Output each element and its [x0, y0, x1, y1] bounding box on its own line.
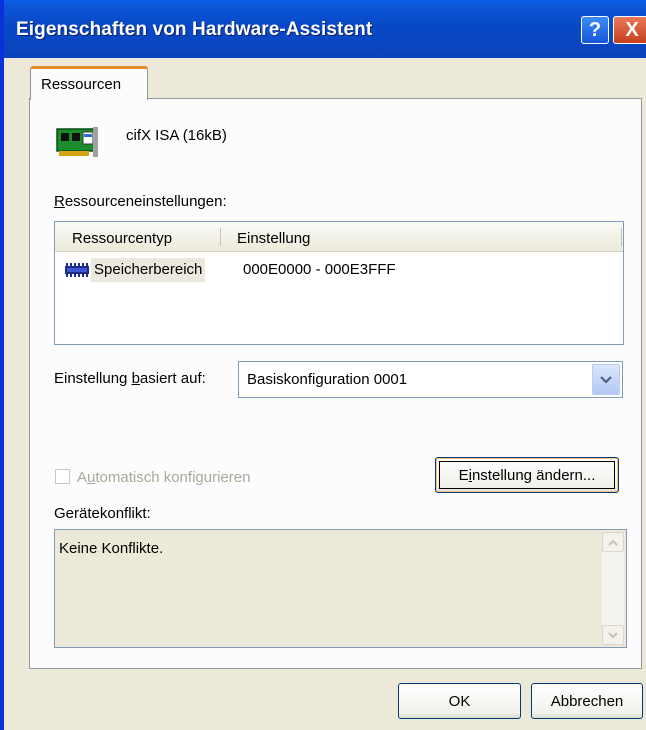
window-title: Eigenschaften von Hardware-Assistent [16, 19, 373, 40]
column-separator[interactable] [621, 228, 622, 246]
chevron-down-icon [608, 631, 618, 638]
title-bar[interactable]: Eigenschaften von Hardware-Assistent ? X [4, 0, 646, 58]
scroll-down-button[interactable] [602, 625, 624, 645]
help-button[interactable]: ? [581, 16, 609, 44]
auto-config-checkbox[interactable] [55, 469, 70, 484]
list-header: Ressourcentyp Einstellung [55, 222, 623, 252]
change-setting-label: Einstellung ändern... [458, 466, 596, 484]
column-header-type[interactable]: Ressourcentyp [72, 230, 172, 247]
ok-button[interactable]: OK [398, 683, 521, 719]
tab-ressourcen[interactable]: Ressourcen [30, 66, 148, 100]
cancel-button[interactable]: Abbrechen [531, 683, 643, 719]
device-name: cifX ISA (16kB) [126, 127, 227, 144]
conflict-textbox[interactable]: Keine Konflikte. [54, 529, 627, 648]
based-on-value: Basiskonfiguration 0001 [247, 371, 408, 388]
conflict-text: Keine Konflikte. [59, 540, 164, 557]
conflict-label: Gerätekonflikt: [54, 505, 151, 522]
cancel-label: Abbrechen [550, 692, 624, 710]
memory-chip-icon [65, 263, 89, 277]
help-icon: ? [588, 18, 602, 41]
tab-label: Ressourcen [41, 76, 122, 93]
auto-config-label: Automatisch konfigurieren [77, 469, 251, 486]
chevron-down-icon [600, 375, 612, 384]
ok-label: OK [448, 692, 471, 710]
chevron-up-icon [608, 539, 618, 546]
dropdown-button[interactable] [592, 364, 620, 395]
scrollbar-track[interactable] [602, 552, 624, 625]
scroll-up-button[interactable] [602, 532, 624, 552]
resource-list[interactable]: Ressourcentyp Einstellung Speicherbereic… [54, 221, 624, 345]
column-separator[interactable] [220, 228, 221, 246]
based-on-select[interactable]: Basiskonfiguration 0001 [238, 361, 623, 398]
close-icon: X [625, 18, 639, 41]
based-on-label: Einstellung basiert auf: [54, 370, 206, 387]
resource-setting-cell: 000E0000 - 000E3FFF [243, 261, 396, 278]
change-setting-button[interactable]: Einstellung ändern... [435, 457, 619, 493]
close-button[interactable]: X [613, 16, 646, 44]
dialog-window: Eigenschaften von Hardware-Assistent ? X… [0, 0, 646, 730]
column-header-setting[interactable]: Einstellung [237, 230, 310, 247]
resource-type-cell: Speicherbereich [91, 258, 206, 282]
pci-card-icon [56, 127, 98, 157]
resource-settings-label: Ressourceneinstellungen: [54, 193, 227, 210]
